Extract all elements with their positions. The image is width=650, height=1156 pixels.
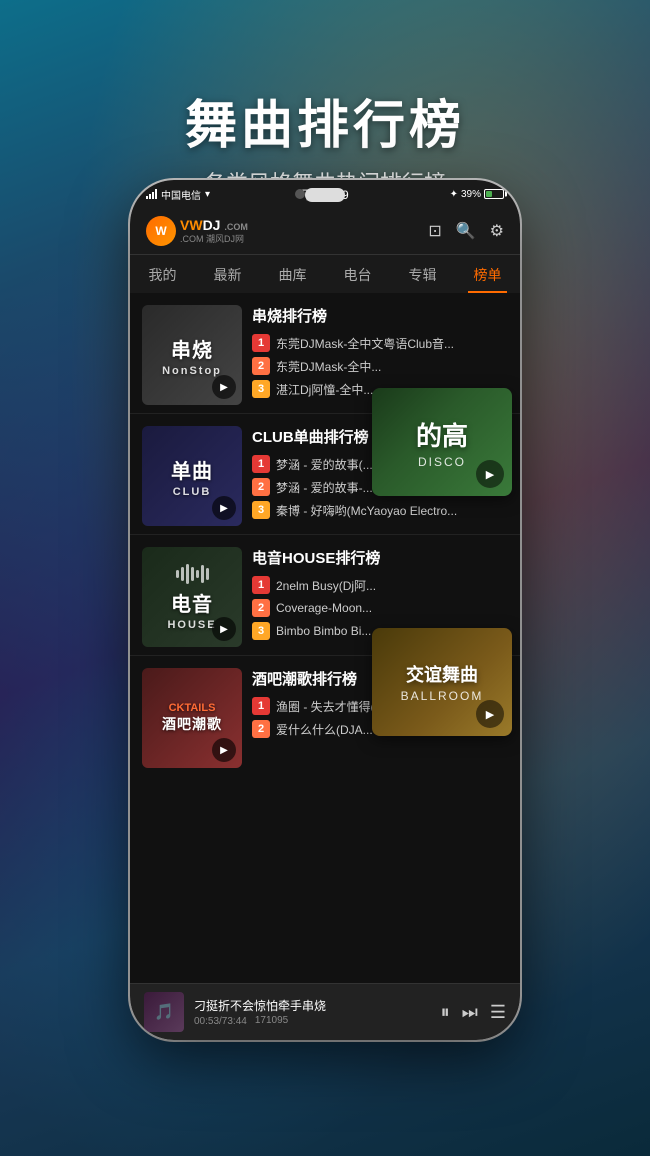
nonstop-thumb[interactable]: 串烧 NonStop ▶: [142, 305, 242, 405]
disco-label-sub: DISCO: [418, 455, 466, 469]
playlist-button[interactable]: ☰: [490, 1002, 506, 1023]
track-name-3: 湛江Dj阿憧-全中...: [276, 381, 373, 398]
disco-label-main: 的高: [416, 416, 468, 453]
nonstop-title: 串烧排行榜: [252, 305, 508, 326]
sound-wave: [176, 564, 209, 584]
pause-button[interactable]: ⏸: [441, 1002, 450, 1023]
house-track-name-3: Bimbo Bimbo Bi...: [276, 624, 371, 638]
house-rank-2: 2: [252, 599, 270, 617]
club-rank-3: 3: [252, 501, 270, 519]
house-rank-1: 1: [252, 576, 270, 594]
ballroom-label-sub: BALLROOM: [401, 689, 484, 703]
ballroom-play-btn[interactable]: ▶: [476, 700, 504, 728]
disco-card[interactable]: 的高 DISCO ▶: [372, 388, 512, 496]
logo-dj: DJ: [203, 217, 221, 233]
house-track-2[interactable]: 2 Coverage-Moon...: [252, 599, 508, 617]
house-rank-3: 3: [252, 622, 270, 640]
club-label-main: 单曲: [171, 455, 213, 484]
rank-badge-3: 3: [252, 380, 270, 398]
logo-circle: W: [146, 216, 176, 246]
club-rank-1: 1: [252, 455, 270, 473]
house-thumb[interactable]: 电音 HOUSE ▶: [142, 547, 242, 647]
multi-window-icon[interactable]: ⊡: [428, 221, 441, 241]
house-label-main: 电音: [171, 588, 213, 617]
logo-text-block: VWDJ .COM .COM 潮风DJ网: [180, 218, 248, 245]
bottom-player: 🎵 刁挺折不会惊怕牵手串烧 00:53/73:44 171095 ⏸ ⏭ ☰: [130, 983, 520, 1040]
bar-label-main: 酒吧潮歌: [162, 714, 222, 734]
club-play-btn[interactable]: ▶: [212, 496, 236, 520]
logo-main-text: VWDJ .COM: [180, 218, 248, 232]
ballroom-card[interactable]: 交谊舞曲 BALLROOM ▶: [372, 628, 512, 736]
phone-frame: 中国电信 ▾ 下午3:39 ✦ 39% W VWDJ .COM: [130, 180, 520, 1040]
player-count: 171095: [255, 1015, 288, 1026]
battery-icon: [484, 189, 504, 199]
phone-home-button[interactable]: [305, 188, 345, 202]
rank-badge-2: 2: [252, 357, 270, 375]
tab-radio[interactable]: 电台: [325, 255, 390, 293]
nonstop-track-2[interactable]: 2 东莞DJMask-全中...: [252, 357, 508, 375]
player-info: 刁挺折不会惊怕牵手串烧 00:53/73:44 171095: [194, 997, 431, 1027]
house-play-btn[interactable]: ▶: [212, 617, 236, 641]
bar-label-cocktails: CKTAILS: [169, 702, 216, 714]
bar-rank-1: 1: [252, 697, 270, 715]
logo-sub: .COM 潮风DJ网: [180, 232, 248, 245]
battery-percent: 39%: [461, 189, 481, 200]
wifi-icon: ▾: [205, 189, 210, 200]
club-label-sub: CLUB: [173, 486, 212, 498]
tab-charts[interactable]: 榜单: [455, 255, 520, 293]
nonstop-track-1[interactable]: 1 东莞DJMask-全中文粤语Club音...: [252, 334, 508, 352]
bar-track-name-2: 爱什么什么(DJA...: [276, 721, 373, 738]
disco-play-btn[interactable]: ▶: [476, 460, 504, 488]
tab-library[interactable]: 曲库: [260, 255, 325, 293]
carrier-info: 中国电信 ▾: [146, 187, 210, 202]
nonstop-label-sub: NonStop: [162, 365, 222, 377]
bar-rank-2: 2: [252, 720, 270, 738]
house-track-1[interactable]: 1 2nelm Busy(Dj阿...: [252, 576, 508, 594]
bluetooth-icon: ✦: [450, 189, 458, 200]
house-track-name-1: 2nelm Busy(Dj阿...: [276, 577, 376, 594]
logo-com: .COM: [224, 222, 248, 232]
next-button[interactable]: ⏭: [462, 1002, 478, 1023]
tab-latest[interactable]: 最新: [195, 255, 260, 293]
player-title: 刁挺折不会惊怕牵手串烧: [194, 997, 431, 1014]
logo-vw: VW: [180, 217, 203, 233]
house-track-name-2: Coverage-Moon...: [276, 601, 372, 615]
app-logo[interactable]: W VWDJ .COM .COM 潮风DJ网: [146, 216, 248, 246]
club-rank-2: 2: [252, 478, 270, 496]
nav-tabs: 我的 最新 曲库 电台 专辑 榜单: [130, 254, 520, 293]
bar-play-btn[interactable]: ▶: [212, 738, 236, 762]
player-thumb-icon: 🎵: [154, 1002, 174, 1022]
settings-icon[interactable]: ⚙: [490, 221, 504, 241]
search-icon[interactable]: 🔍: [456, 221, 476, 241]
player-thumbnail[interactable]: 🎵: [144, 992, 184, 1032]
page-title: 舞曲排行榜: [185, 83, 465, 158]
content-area: 串烧 NonStop ▶ 串烧排行榜 1 东莞DJMask-全中文粤语Club音…: [130, 293, 520, 983]
tab-mine[interactable]: 我的: [130, 255, 195, 293]
carrier-name: 中国电信: [161, 187, 201, 202]
player-controls: ⏸ ⏭ ☰: [441, 1002, 506, 1023]
club-track-name-1: 梦涵 - 爱的故事(...: [276, 456, 373, 473]
house-label-sub: HOUSE: [167, 619, 216, 631]
logo-w: W: [155, 224, 166, 238]
app-header: W VWDJ .COM .COM 潮风DJ网 ⊡ 🔍 ⚙: [130, 208, 520, 254]
nonstop-label-main: 串烧: [171, 334, 213, 363]
bar-thumb[interactable]: CKTAILS 酒吧潮歌 ▶: [142, 668, 242, 768]
player-time: 00:53/73:44: [194, 1016, 247, 1027]
track-name-1: 东莞DJMask-全中文粤语Club音...: [276, 335, 454, 352]
nonstop-play-btn[interactable]: ▶: [212, 375, 236, 399]
rank-badge-1: 1: [252, 334, 270, 352]
club-track-3[interactable]: 3 秦博 - 好嗨哟(McYaoyao Electro...: [252, 501, 508, 519]
club-track-name-2: 梦涵 - 爱的故事-...: [276, 479, 373, 496]
house-title: 电音HOUSE排行榜: [252, 547, 508, 568]
ballroom-label-main: 交谊舞曲: [406, 661, 478, 687]
tab-album[interactable]: 专辑: [390, 255, 455, 293]
phone-camera: [295, 189, 305, 199]
club-track-name-3: 秦博 - 好嗨哟(McYaoyao Electro...: [276, 502, 457, 519]
battery-info: ✦ 39%: [450, 189, 504, 200]
signal-icon: [146, 189, 157, 199]
club-thumb[interactable]: 单曲 CLUB ▶: [142, 426, 242, 526]
track-name-2: 东莞DJMask-全中...: [276, 358, 381, 375]
header-icons: ⊡ 🔍 ⚙: [428, 221, 504, 241]
